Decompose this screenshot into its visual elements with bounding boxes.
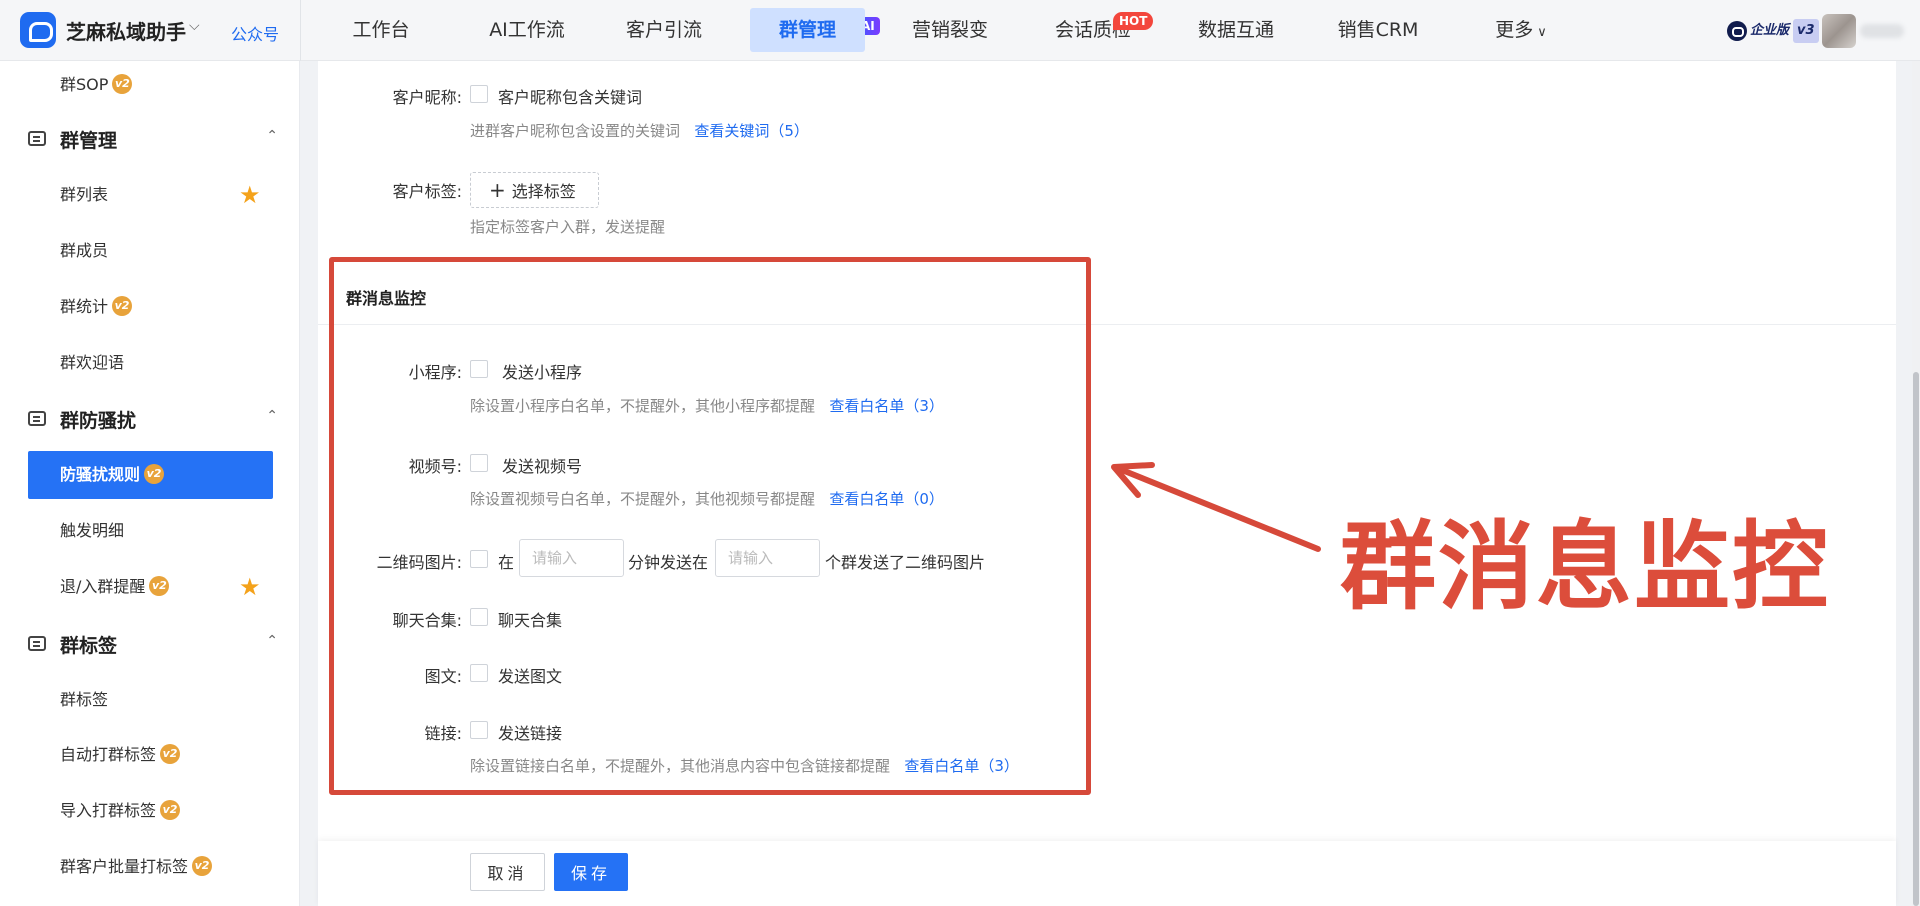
sidebar-item-auto-tag[interactable]: 自动打群标签 v2: [28, 731, 273, 779]
sidebar-item-batch-tag[interactable]: 群客户批量打标签 v2: [28, 843, 273, 891]
chevron-up-icon: ⌃: [266, 633, 278, 649]
sidebar-group-group-management[interactable]: 群管理 ⌃: [28, 124, 278, 154]
edition-version: v3: [1793, 19, 1819, 43]
v2-badge: v2: [149, 575, 170, 596]
tags-hint: 指定标签客户入群，发送提醒: [470, 218, 666, 236]
v2-badge: v2: [112, 295, 133, 316]
nav-item-data-sync[interactable]: 数据互通: [1180, 8, 1292, 52]
v2-badge: v2: [144, 463, 165, 484]
brand-name[interactable]: 芝麻私域助手: [66, 16, 186, 45]
nav-item-group-management[interactable]: 群管理: [750, 8, 865, 52]
nickname-label: 客户昵称:: [392, 88, 462, 107]
nav-item-ai-workflow[interactable]: AI工作流: [465, 8, 589, 52]
edition-label: 企业版: [1750, 23, 1790, 38]
tags-label: 客户标签:: [392, 182, 462, 201]
v2-badge: v2: [160, 799, 181, 820]
annotation-arrow-icon: [1111, 462, 1321, 552]
divider: [300, 0, 301, 61]
edition-logo-icon: [1727, 20, 1747, 41]
sidebar-group-anti-harassment[interactable]: 群防骚扰 ⌃: [28, 404, 278, 434]
nav-item-workbench[interactable]: 工作台: [325, 8, 437, 52]
annotation-label: 群消息监控: [1340, 511, 1830, 623]
nav-item-sales-crm[interactable]: 销售CRM: [1322, 8, 1434, 52]
nav-item-more[interactable]: 更多 ∨: [1465, 8, 1577, 52]
sidebar-group-group-tags[interactable]: 群标签 ⌃: [28, 629, 278, 659]
public-account-link[interactable]: 公众号: [231, 21, 279, 45]
sidebar-item-join-leave-alerts[interactable]: 退/入群提醒 v2 ★: [28, 563, 273, 611]
sidebar-item-group-sop[interactable]: 群SOP v2: [28, 61, 273, 109]
nickname-hint: 进群客户昵称包含设置的关键词 查看关键词（5）: [470, 122, 809, 140]
nickname-checkbox-label[interactable]: 客户昵称包含关键词: [498, 84, 642, 108]
sidebar-group-title: 群防骚扰: [60, 410, 137, 432]
chevron-down-icon: ∨: [1537, 25, 1547, 40]
top-bar: 芝麻私域助手 ⌵ 公众号 工作台 AI工作流 AI 客户引流 群管理 营销裂变 …: [0, 0, 1920, 61]
chevron-up-icon: ⌃: [266, 128, 278, 144]
cancel-button[interactable]: 取消: [470, 853, 545, 891]
sidebar: 群SOP v2 群管理 ⌃ 群列表 ★ 群成员 群统计 v2 群欢迎语 群防骚扰 ⌃ …: [0, 61, 300, 906]
chevron-up-icon: ⌃: [266, 408, 278, 424]
highlight-box: [329, 257, 1091, 795]
star-icon[interactable]: ★: [239, 575, 263, 599]
sidebar-item-group-welcome[interactable]: 群欢迎语: [28, 339, 273, 387]
sidebar-item-trigger-details[interactable]: 触发明细: [28, 507, 273, 555]
chevron-down-icon[interactable]: ⌵: [189, 18, 200, 34]
v2-badge: v2: [160, 743, 181, 764]
v2-badge: v2: [112, 73, 133, 94]
sidebar-item-group-members[interactable]: 群成员: [28, 227, 273, 275]
sidebar-item-group-tags[interactable]: 群标签: [28, 676, 273, 724]
tag-chat-icon: [28, 636, 46, 651]
sidebar-item-import-tag[interactable]: 导入打群标签 v2: [28, 787, 273, 835]
sidebar-group-title: 群管理: [60, 130, 118, 152]
nickname-checkbox[interactable]: [470, 85, 488, 103]
brand-logo-icon[interactable]: [20, 12, 56, 48]
chat-group-icon: [28, 131, 46, 146]
avatar[interactable]: [1822, 14, 1856, 48]
select-tags-label: 选择标签: [511, 182, 576, 201]
shield-chat-icon: [28, 411, 46, 426]
sidebar-item-anti-harassment-rules[interactable]: 防骚扰规则 v2: [28, 451, 273, 499]
select-tags-button[interactable]: + 选择标签: [470, 172, 599, 208]
sidebar-item-group-list[interactable]: 群列表 ★: [28, 171, 273, 219]
v2-badge: v2: [192, 855, 213, 876]
star-icon[interactable]: ★: [239, 183, 263, 207]
scrollbar-thumb[interactable]: [1913, 372, 1919, 906]
view-keywords-link[interactable]: 查看关键词（5）: [694, 122, 809, 140]
sidebar-item-group-stats[interactable]: 群统计 v2: [28, 283, 273, 331]
sidebar-group-title: 群标签: [60, 635, 118, 657]
hot-badge: HOT: [1113, 12, 1154, 30]
edition-badge[interactable]: 企业版 v3: [1725, 19, 1823, 43]
save-button[interactable]: 保存: [554, 853, 628, 891]
plus-icon: +: [489, 178, 506, 202]
user-name-blurred[interactable]: [1860, 24, 1904, 38]
nav-item-marketing[interactable]: 营销裂变: [894, 8, 1006, 52]
nav-item-lead-gen[interactable]: 客户引流: [608, 8, 720, 52]
